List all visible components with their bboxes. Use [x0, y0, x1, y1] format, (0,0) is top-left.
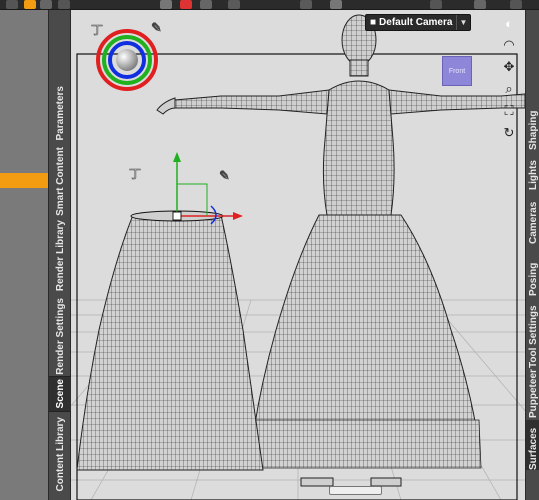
svg-text:丁: 丁 — [91, 23, 103, 37]
tab-label: Render Settings — [54, 297, 66, 375]
viewport-scrollbar[interactable] — [329, 486, 382, 495]
toolbar-icon[interactable] — [180, 0, 192, 9]
tab-label: Scene — [54, 379, 66, 409]
toolbar-icon[interactable] — [6, 0, 18, 9]
toolbar-icon[interactable] — [40, 0, 52, 9]
toolbar-icon[interactable] — [58, 0, 70, 9]
frame-icon[interactable]: ⛶ — [500, 102, 518, 120]
orbit-icon[interactable]: ◠ — [500, 36, 518, 54]
right-tab-strip: Shaping Lights Cameras Posing Tool Setti… — [525, 10, 539, 500]
viewport-options-icon[interactable]: ◐ — [500, 14, 518, 32]
tab-label: Smart Content — [54, 146, 66, 216]
tab-posing[interactable]: Posing — [526, 254, 539, 296]
reset-view-icon[interactable]: ↻ — [500, 124, 518, 142]
svg-text:✎: ✎ — [151, 21, 162, 36]
toolbar-icon[interactable] — [200, 0, 212, 9]
camera-selector[interactable]: ■ Default Camera ▼ — [365, 14, 471, 31]
tab-label: Surfaces — [527, 427, 539, 470]
tab-label: Parameters — [54, 85, 66, 141]
zoom-icon[interactable]: ⌕ — [500, 80, 518, 98]
left-tab-strip: Parameters Smart Content Render Library … — [48, 10, 71, 500]
svg-text:✎: ✎ — [219, 169, 230, 184]
tab-shaping[interactable]: Shaping — [526, 110, 539, 150]
tab-label: Content Library — [54, 416, 66, 492]
tab-label: Lights — [527, 160, 539, 190]
tab-surfaces[interactable]: Surfaces — [526, 420, 539, 470]
tab-tool-settings[interactable]: Tool Settings — [526, 302, 539, 368]
tab-render-library[interactable]: Render Library — [49, 218, 71, 294]
toolbar-icon[interactable] — [474, 0, 486, 9]
pan-icon[interactable]: ✥ — [500, 58, 518, 76]
toolbar-icon[interactable] — [510, 0, 522, 9]
tab-lights[interactable]: Lights — [526, 156, 539, 190]
tab-smart-content[interactable]: Smart Content — [49, 146, 71, 216]
tab-label: Tool Settings — [527, 305, 539, 368]
toolbar-icon[interactable] — [330, 0, 342, 9]
top-toolbar — [0, 0, 539, 10]
toolbar-icon[interactable] — [228, 0, 240, 9]
tab-scene[interactable]: Scene — [49, 376, 71, 412]
toolbar-icon[interactable] — [24, 0, 36, 9]
tab-content-library[interactable]: Content Library — [49, 414, 71, 494]
camera-icon: ■ — [370, 17, 377, 28]
viewport-nav-controls: ◐ ◠ ✥ ⌕ ⛶ ↻ — [498, 12, 520, 146]
tab-parameters[interactable]: Parameters — [49, 82, 71, 144]
camera-label: Default Camera — [379, 17, 453, 28]
view-cube-label: Front — [448, 67, 466, 75]
tab-cameras[interactable]: Cameras — [526, 196, 539, 244]
selected-row-highlight[interactable] — [0, 173, 48, 188]
left-pane — [0, 10, 48, 500]
tab-label: Render Library — [54, 220, 66, 292]
chevron-down-icon[interactable]: ▼ — [456, 15, 470, 30]
toolbar-icon[interactable] — [430, 0, 442, 9]
toolbar-icon[interactable] — [300, 0, 312, 9]
viewport-3d[interactable]: 丁 ✎ 丁 ✎ ■ Default Camera ▼ Front ◐ ◠ ✥ ⌕… — [71, 10, 525, 500]
tab-puppeteer[interactable]: Puppeteer — [526, 369, 539, 418]
tab-label: Shaping — [527, 110, 539, 150]
tab-label: Posing — [527, 262, 539, 296]
view-cube[interactable]: Front — [442, 56, 472, 86]
tab-label: Puppeteer — [527, 369, 539, 418]
toolbar-icon[interactable] — [160, 0, 172, 9]
tab-render-settings[interactable]: Render Settings — [49, 296, 71, 376]
tab-label: Cameras — [527, 201, 539, 244]
svg-text:丁: 丁 — [129, 167, 141, 181]
